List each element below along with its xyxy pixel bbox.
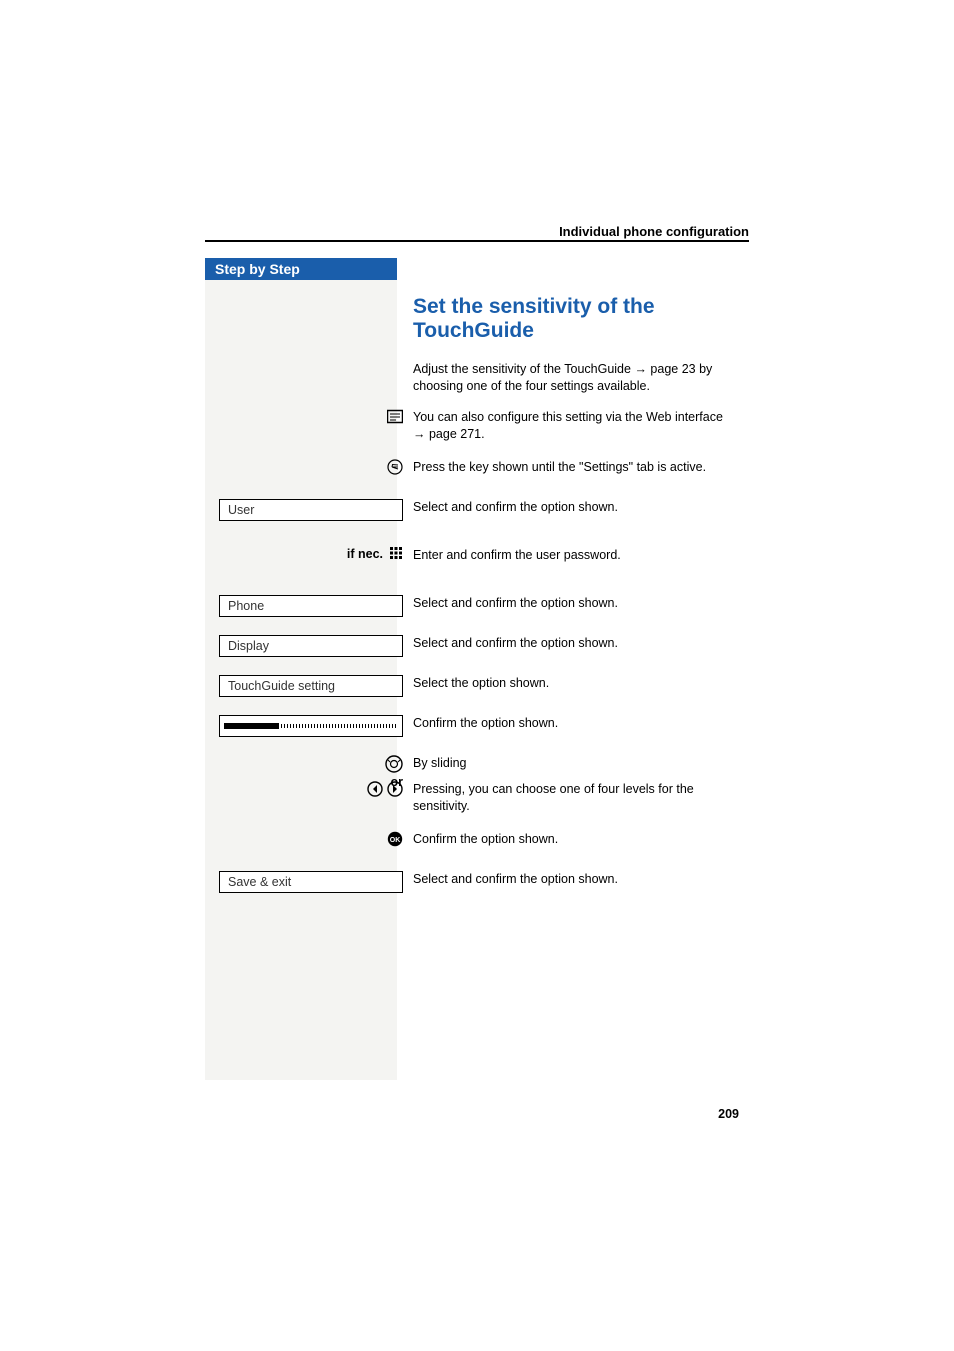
- ok-row: OK Confirm the option shown.: [413, 831, 753, 855]
- right-arrow-button-icon: [387, 781, 403, 797]
- slider-confirm-text: Confirm the option shown.: [413, 715, 753, 732]
- arrow-icon: →: [413, 427, 426, 441]
- ifnec-text: Enter and confirm the user password.: [413, 547, 753, 564]
- sidebar-title-banner: Step by Step: [205, 258, 397, 280]
- arrow-icon: →: [634, 362, 647, 376]
- web-part1: You can also configure this setting via …: [413, 410, 723, 424]
- settings-key-icon: [387, 459, 403, 475]
- touchguide-option-box: TouchGuide setting: [219, 675, 403, 697]
- intro-part1: Adjust the sensitivity of the TouchGuide: [413, 362, 634, 376]
- save-row: Save & exit Select and confirm the optio…: [413, 871, 753, 895]
- ifnec-row: if nec. Enter and confirm the user passw…: [413, 547, 753, 571]
- web-config-row: You can also configure this setting via …: [413, 409, 753, 443]
- web-part2: .: [481, 427, 484, 441]
- sensitivity-slider: [219, 715, 403, 737]
- user-row: User Select and confirm the option shown…: [413, 499, 753, 523]
- user-text: Select and confirm the option shown.: [413, 499, 753, 516]
- phone-text: Select and confirm the option shown.: [413, 595, 753, 612]
- slider-row: Confirm the option shown.: [413, 715, 753, 739]
- pressing-row: Pressing, you can choose one of four lev…: [413, 781, 753, 815]
- ok-confirm-text: Confirm the option shown.: [413, 831, 753, 848]
- settings-key-text: Press the key shown until the "Settings"…: [413, 459, 753, 476]
- left-arrow-button-icon: [367, 781, 383, 797]
- slider-fill: [224, 723, 279, 729]
- sliding-row: or By sliding: [413, 755, 753, 779]
- web-config-text: You can also configure this setting via …: [413, 409, 753, 443]
- page-number: 209: [718, 1107, 739, 1121]
- web-pageref: page 271: [429, 427, 481, 441]
- touchguide-text: Select the option shown.: [413, 675, 753, 692]
- intro-text: Adjust the sensitivity of the TouchGuide…: [413, 361, 753, 395]
- pressing-text: Pressing, you can choose one of four lev…: [413, 781, 753, 815]
- keypad-icon: [389, 547, 403, 561]
- sliding-text: By sliding: [413, 755, 753, 772]
- ifnec-label: if nec.: [347, 547, 383, 561]
- display-option-box: Display: [219, 635, 403, 657]
- sidebar-title: Step by Step: [215, 261, 300, 277]
- web-interface-icon: [387, 409, 403, 425]
- content-column: Set the sensitivity of the TouchGuide Ad…: [413, 295, 753, 911]
- header-rule: [205, 240, 749, 242]
- phone-row: Phone Select and confirm the option show…: [413, 595, 753, 619]
- user-option-box: User: [219, 499, 403, 521]
- settings-key-row: Press the key shown until the "Settings"…: [413, 459, 753, 483]
- display-text: Select and confirm the option shown.: [413, 635, 753, 652]
- save-exit-box: Save & exit: [219, 871, 403, 893]
- ifnec-label-group: if nec.: [347, 547, 403, 561]
- touchguide-row: TouchGuide setting Select the option sho…: [413, 675, 753, 699]
- section-header: Individual phone configuration: [559, 224, 749, 239]
- page-heading: Set the sensitivity of the TouchGuide: [413, 295, 753, 343]
- display-row: Display Select and confirm the option sh…: [413, 635, 753, 659]
- svg-text:OK: OK: [390, 837, 401, 844]
- intro-pageref: page 23: [650, 362, 695, 376]
- phone-option-box: Phone: [219, 595, 403, 617]
- ok-button-icon: OK: [387, 831, 403, 847]
- touch-wheel-icon: [385, 755, 403, 773]
- save-text: Select and confirm the option shown.: [413, 871, 753, 888]
